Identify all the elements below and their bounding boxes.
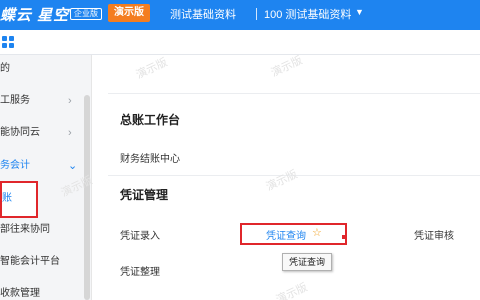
sidebar-item-financial-accounting[interactable]: 务会计 ⌄ bbox=[0, 155, 84, 177]
section-title-gl-workbench: 总账工作台 bbox=[120, 113, 181, 127]
section-divider bbox=[108, 93, 480, 94]
top-bar: 蝶云 星空 企业版 演示版 测试基础资料 100 测试基础资料 ▼ bbox=[0, 0, 480, 30]
chevron-right-icon: › bbox=[68, 95, 72, 107]
sidebar-item-receivables[interactable]: 收款管理 bbox=[0, 283, 40, 300]
chevron-right-icon: › bbox=[68, 127, 72, 139]
chevron-down-icon: ⌄ bbox=[68, 160, 78, 172]
sidebar-item-label: 收款管理 bbox=[0, 288, 40, 299]
sidebar-item-label: 智能会计平台 bbox=[0, 256, 60, 267]
sidebar-item-favorites[interactable]: 的 bbox=[0, 58, 10, 80]
link-period-close-center[interactable]: 财务结账中心 bbox=[120, 150, 180, 165]
apps-grid-icon[interactable] bbox=[2, 36, 14, 48]
org-selector[interactable]: 测试基础资料 bbox=[170, 6, 236, 22]
sidebar-item-label: 账 bbox=[2, 193, 12, 204]
link-voucher-audit[interactable]: 凭证审核 bbox=[414, 227, 454, 242]
sidebar-item-collaboration-cloud[interactable]: 能协同云 › bbox=[0, 122, 84, 144]
brand-logo: 蝶云 星空 bbox=[0, 4, 69, 25]
chevron-down-icon[interactable]: ▼ bbox=[355, 7, 364, 17]
sidebar-item-label: 的 bbox=[0, 63, 10, 74]
highlight-box bbox=[240, 223, 347, 245]
header-divider bbox=[256, 8, 257, 20]
org-switcher[interactable]: 100 测试基础资料 bbox=[264, 6, 351, 22]
sidebar-item-general-ledger[interactable]: 账 bbox=[0, 181, 38, 218]
sidebar-item-label: 部往来协同 bbox=[0, 224, 50, 235]
link-voucher-organize[interactable]: 凭证整理 bbox=[120, 263, 160, 278]
toolbar bbox=[0, 30, 480, 55]
link-voucher-entry[interactable]: 凭证录入 bbox=[120, 227, 160, 242]
demo-badge: 演示版 bbox=[108, 4, 150, 22]
org-code: 100 bbox=[264, 9, 283, 21]
sidebar-item-smart-accounting[interactable]: 智能会计平台 bbox=[0, 251, 60, 273]
cursor-marker bbox=[342, 235, 346, 239]
brand-name: 蝶云 星空 bbox=[0, 7, 70, 24]
org-full-name: 测试基础资料 bbox=[285, 9, 352, 21]
sidebar-item-label: 能协同云 bbox=[0, 127, 40, 138]
app-root: 蝶云 星空 企业版 演示版 测试基础资料 100 测试基础资料 ▼ 的 工服务 … bbox=[0, 0, 480, 300]
section-title-voucher-management: 凭证管理 bbox=[120, 188, 169, 202]
sidebar-item-label: 工服务 bbox=[0, 95, 30, 106]
sidebar-item-internal-collaboration[interactable]: 部往来协同 bbox=[0, 219, 50, 241]
sidebar-item-employee-service[interactable]: 工服务 › bbox=[0, 90, 84, 112]
sidebar-scrollbar[interactable] bbox=[84, 95, 90, 300]
sidebar-item-label: 务会计 bbox=[0, 160, 30, 171]
edition-badge: 企业版 bbox=[70, 8, 102, 20]
tooltip: 凭证查询 bbox=[282, 253, 332, 271]
